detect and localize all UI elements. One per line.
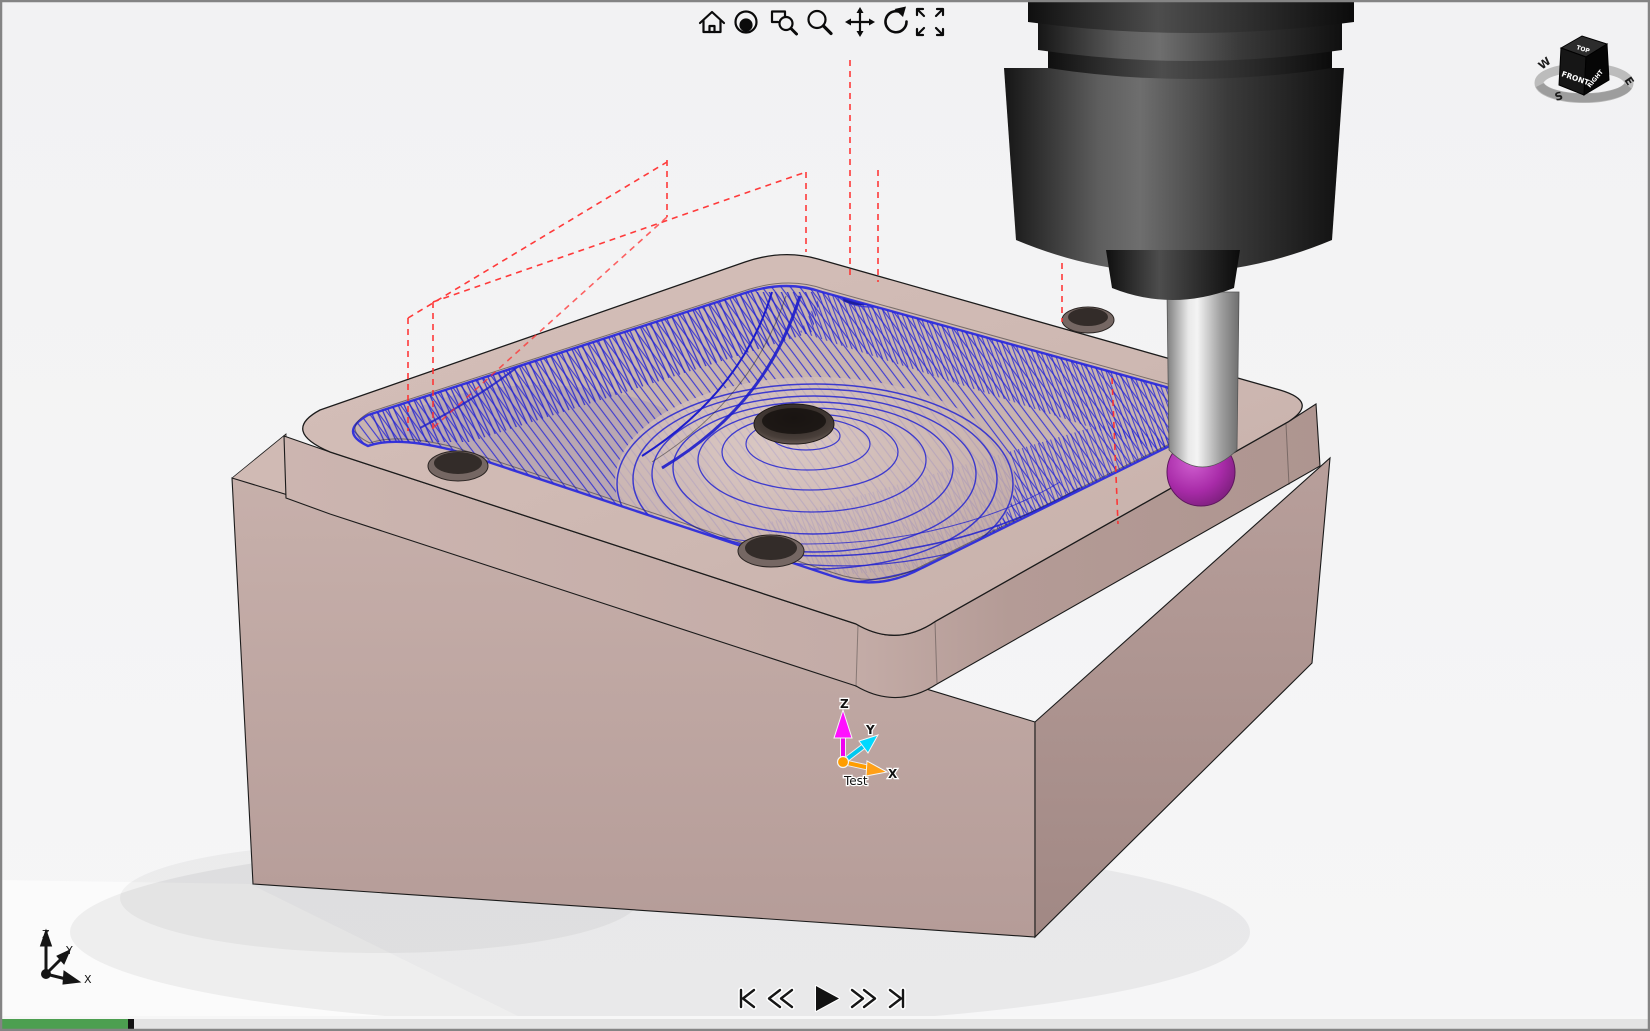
view-y-label: Y bbox=[65, 944, 73, 957]
dome-hole bbox=[754, 404, 834, 444]
progress-bar-top-hairline bbox=[2, 1016, 1648, 1019]
bolt-hole bbox=[428, 451, 488, 481]
viewport-3d[interactable]: Z Y X Test W S E TOP FRONT RIGHT Z Y X bbox=[0, 0, 1650, 1031]
bolt-hole bbox=[738, 535, 804, 567]
tool-collet bbox=[1106, 250, 1240, 300]
wcs-y-label: Y bbox=[865, 723, 875, 737]
view-z-label: Z bbox=[42, 928, 50, 941]
bolt-hole bbox=[1062, 307, 1114, 333]
wcs-x-label: X bbox=[888, 767, 898, 781]
tool-shaft bbox=[1167, 292, 1239, 467]
simulation-window: Z Y X Test W S E TOP FRONT RIGHT Z Y X bbox=[0, 0, 1650, 1031]
view-x-label: X bbox=[84, 973, 92, 986]
wcs-name-label: Test bbox=[843, 774, 868, 788]
wcs-origin bbox=[838, 757, 849, 768]
wcs-z-label: Z bbox=[840, 697, 849, 711]
progress-fill bbox=[2, 1019, 128, 1029]
view-origin bbox=[42, 970, 51, 979]
progress-track[interactable] bbox=[2, 1019, 1648, 1029]
progress-handle[interactable] bbox=[128, 1019, 134, 1029]
tool-holder-body bbox=[1004, 68, 1344, 273]
